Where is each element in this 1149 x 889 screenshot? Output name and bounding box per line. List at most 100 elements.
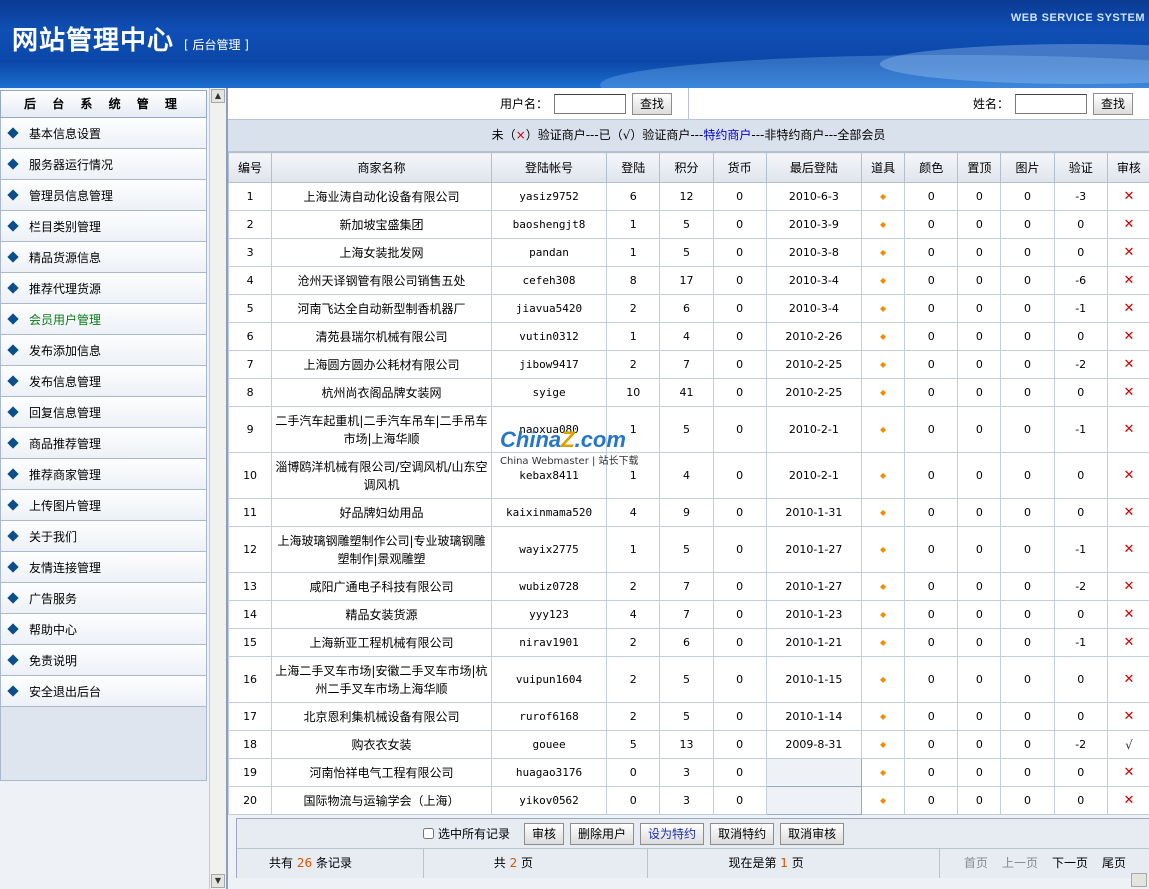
table-row[interactable]: 16 上海二手叉车市场|安徽二手叉车市场|杭州二手叉车市场上海华顺 vuipun16… [227,656,1149,703]
table-row[interactable]: 9 二手汽车起重机|二手汽车吊车|二手吊车市场|上海华顺 naoxua080 1 5 0 2… [227,406,1149,453]
table-row[interactable]: 15 上海新亚工程机械有限公司 nirav1901 2 6 0 2010-1-21 ◆ 0 0 0-… [227,628,1149,657]
diamond-icon[interactable]: ◆ [861,294,906,323]
sidebar-item[interactable]: 发布添加信息 [0,335,207,366]
sidebar-item[interactable]: 友情连接管理 [0,552,207,583]
name-search-button[interactable]: 查找 [1092,92,1133,115]
legend-unverified[interactable]: 未（×）验证商户---已（√）验证商户--- [492,128,704,142]
cross-icon[interactable]: ✕ [1106,378,1149,407]
sidebar-item[interactable]: 安全退出后台 [0,676,207,707]
last-page-link[interactable]: 尾页 [1102,856,1126,870]
diamond-icon[interactable]: ◆ [861,656,906,703]
prev-page-link[interactable]: 上一页 [1002,856,1038,870]
cross-icon[interactable]: ✕ [1106,656,1149,703]
cross-icon[interactable]: ✕ [1106,452,1149,499]
scroll-up-icon[interactable]: ▲ [211,89,225,103]
table-row[interactable]: 2 新加坡宝盛集团 baoshengjt8 1 5 0 2010-3-9 ◆ 0 0 0 0 ✕ [227,210,1149,239]
table-row[interactable]: 18 购衣衣女装 gouee 5 13 0 2009-8-31 ◆ 0 0 0 -2 √ [227,730,1149,759]
cross-icon[interactable]: ✕ [1106,182,1149,211]
sidebar-item[interactable]: 栏目类别管理 [0,211,207,242]
diamond-icon[interactable]: ◆ [861,628,906,657]
username-input[interactable] [553,93,626,114]
table-row[interactable]: 14 精品女装货源 yyy123 4 7 0 2010-1-23 ◆ 0 0 0 0 ✕ [227,600,1149,629]
table-row[interactable]: 13 咸阳广通电子科技有限公司 wubiz0728 2 7 0 2010-1-27 ◆ 0 0 0-… [227,572,1149,601]
table-row[interactable]: 17 北京恩利集机械设备有限公司 rurof6168 2 5 0 2010-1-14 ◆ 0 0 0… [227,702,1149,731]
next-page-link[interactable]: 下一页 [1052,856,1088,870]
table-row[interactable]: 6 清苑县瑞尔机械有限公司 vutin0312 1 4 0 2010-2-26 ◆ 0 0 0 0 ✕ [227,322,1149,351]
cross-icon[interactable]: ✕ [1106,238,1149,267]
table-row[interactable]: 7 上海圆方圆办公耗材有限公司 jibow9417 2 7 0 2010-2-25 ◆ 0 0 0-… [227,350,1149,379]
diamond-icon[interactable]: ◆ [861,600,906,629]
diamond-icon[interactable]: ◆ [861,786,906,815]
diamond-icon[interactable]: ◆ [861,210,906,239]
sidebar-item[interactable]: 上传图片管理 [0,490,207,521]
cross-icon[interactable]: ✕ [1106,786,1149,815]
sidebar-item[interactable]: 推荐商家管理 [0,459,207,490]
sidebar-item[interactable]: 服务器运行情况 [0,149,207,180]
cross-icon[interactable]: ✕ [1106,406,1149,453]
diamond-icon[interactable]: ◆ [861,266,906,295]
sidebar-item[interactable]: 管理员信息管理 [0,180,207,211]
diamond-icon[interactable]: ◆ [861,350,906,379]
table-row[interactable]: 19 河南怡祥电气工程有限公司 huagao3176 0 3 0 ◆ 0 0 0 0 ✕ [227,758,1149,787]
cancel-special-button[interactable]: 取消特约 [710,822,775,845]
sidebar-item[interactable]: 免责说明 [0,645,207,676]
diamond-icon[interactable]: ◆ [861,406,906,453]
diamond-icon[interactable]: ◆ [861,322,906,351]
cross-icon[interactable]: ✕ [1106,350,1149,379]
cross-icon[interactable]: ✕ [1106,758,1149,787]
select-all-checkbox[interactable] [423,828,434,839]
cross-icon[interactable]: ✕ [1106,628,1149,657]
name-input[interactable] [1014,93,1087,114]
scrollbar[interactable]: ▲ ▼ [209,88,225,889]
sidebar-item[interactable]: 精品货源信息 [0,242,207,273]
diamond-icon[interactable]: ◆ [861,498,906,527]
cross-icon[interactable]: ✕ [1106,294,1149,323]
table-row[interactable]: 4 沧州天译钢管有限公司销售五处 cefeh308 8 17 0 2010-3-4 ◆ 0 0 0-… [227,266,1149,295]
first-page-link[interactable]: 首页 [964,856,988,870]
diamond-icon[interactable]: ◆ [861,378,906,407]
table-row[interactable]: 1 上海业涛自动化设备有限公司 yasiz9752 6 12 0 2010-6-3 ◆ 0 0 0-… [227,182,1149,211]
set-special-button[interactable]: 设为特约 [640,822,705,845]
cross-icon[interactable]: ✕ [1106,526,1149,573]
table-row[interactable]: 10 淄博鸥洋机械有限公司/空调风机/山东空调风机 kebax8411 1 4 0 2010… [227,452,1149,499]
cross-icon[interactable]: ✕ [1106,498,1149,527]
sidebar-item[interactable]: 帮助中心 [0,614,207,645]
sidebar-item[interactable]: 发布信息管理 [0,366,207,397]
diamond-icon[interactable]: ◆ [861,526,906,573]
cross-icon[interactable]: ✕ [1106,600,1149,629]
legend-rest[interactable]: ---非特约商户---全部会员 [751,128,885,142]
legend-special[interactable]: 特约商户 [703,128,751,142]
select-all[interactable]: 选中所有记录 [423,825,510,842]
sidebar-item[interactable]: 广告服务 [0,583,207,614]
sidebar-item[interactable]: 基本信息设置 [0,118,207,149]
diamond-icon[interactable]: ◆ [861,452,906,499]
diamond-icon[interactable]: ◆ [861,758,906,787]
audit-button[interactable]: 审核 [524,822,565,845]
cross-icon[interactable]: ✕ [1106,702,1149,731]
sidebar-item[interactable]: 会员用户管理 [0,304,207,335]
table-row[interactable]: 12 上海玻璃钢雕塑制作公司|专业玻璃钢雕塑制作|景观雕塑 wayix2775 1 5 0… [227,526,1149,573]
check-icon[interactable]: √ [1106,730,1149,759]
table-row[interactable]: 5 河南飞达全自动新型制香机器厂 jiavua5420 2 6 0 2010-3-4 ◆ 0 0 0… [227,294,1149,323]
diamond-icon[interactable]: ◆ [861,572,906,601]
cross-icon[interactable]: ✕ [1106,322,1149,351]
diamond-icon[interactable]: ◆ [861,238,906,267]
username-search-button[interactable]: 查找 [631,92,672,115]
diamond-icon[interactable]: ◆ [861,702,906,731]
cross-icon[interactable]: ✕ [1106,572,1149,601]
sidebar-item[interactable]: 推荐代理货源 [0,273,207,304]
table-row[interactable]: 3 上海女装批发网 pandan 1 5 0 2010-3-8 ◆ 0 0 0 0 ✕ [227,238,1149,267]
diamond-icon[interactable]: ◆ [861,730,906,759]
cross-icon[interactable]: ✕ [1106,210,1149,239]
table-row[interactable]: 20 国际物流与运输学会（上海） yikov0562 0 3 0 ◆ 0 0 0 0 ✕ [227,786,1149,815]
sidebar-item[interactable]: 回复信息管理 [0,397,207,428]
sidebar-item[interactable]: 商品推荐管理 [0,428,207,459]
table-row[interactable]: 8 杭州尚衣阁品牌女装网 syige 10 41 0 2010-2-25 ◆ 0 0 0 0 ✕ [227,378,1149,407]
diamond-icon[interactable]: ◆ [861,182,906,211]
delete-user-button[interactable]: 删除用户 [570,822,635,845]
cross-icon[interactable]: ✕ [1106,266,1149,295]
sidebar-item[interactable]: 关于我们 [0,521,207,552]
scroll-down-icon[interactable]: ▼ [211,874,225,888]
table-row[interactable]: 11 好品牌妇幼用品 kaixinmama520 4 9 0 2010-1-31 ◆ 0 0 0 0 ✕ [227,498,1149,527]
cancel-audit-button[interactable]: 取消审核 [780,822,845,845]
